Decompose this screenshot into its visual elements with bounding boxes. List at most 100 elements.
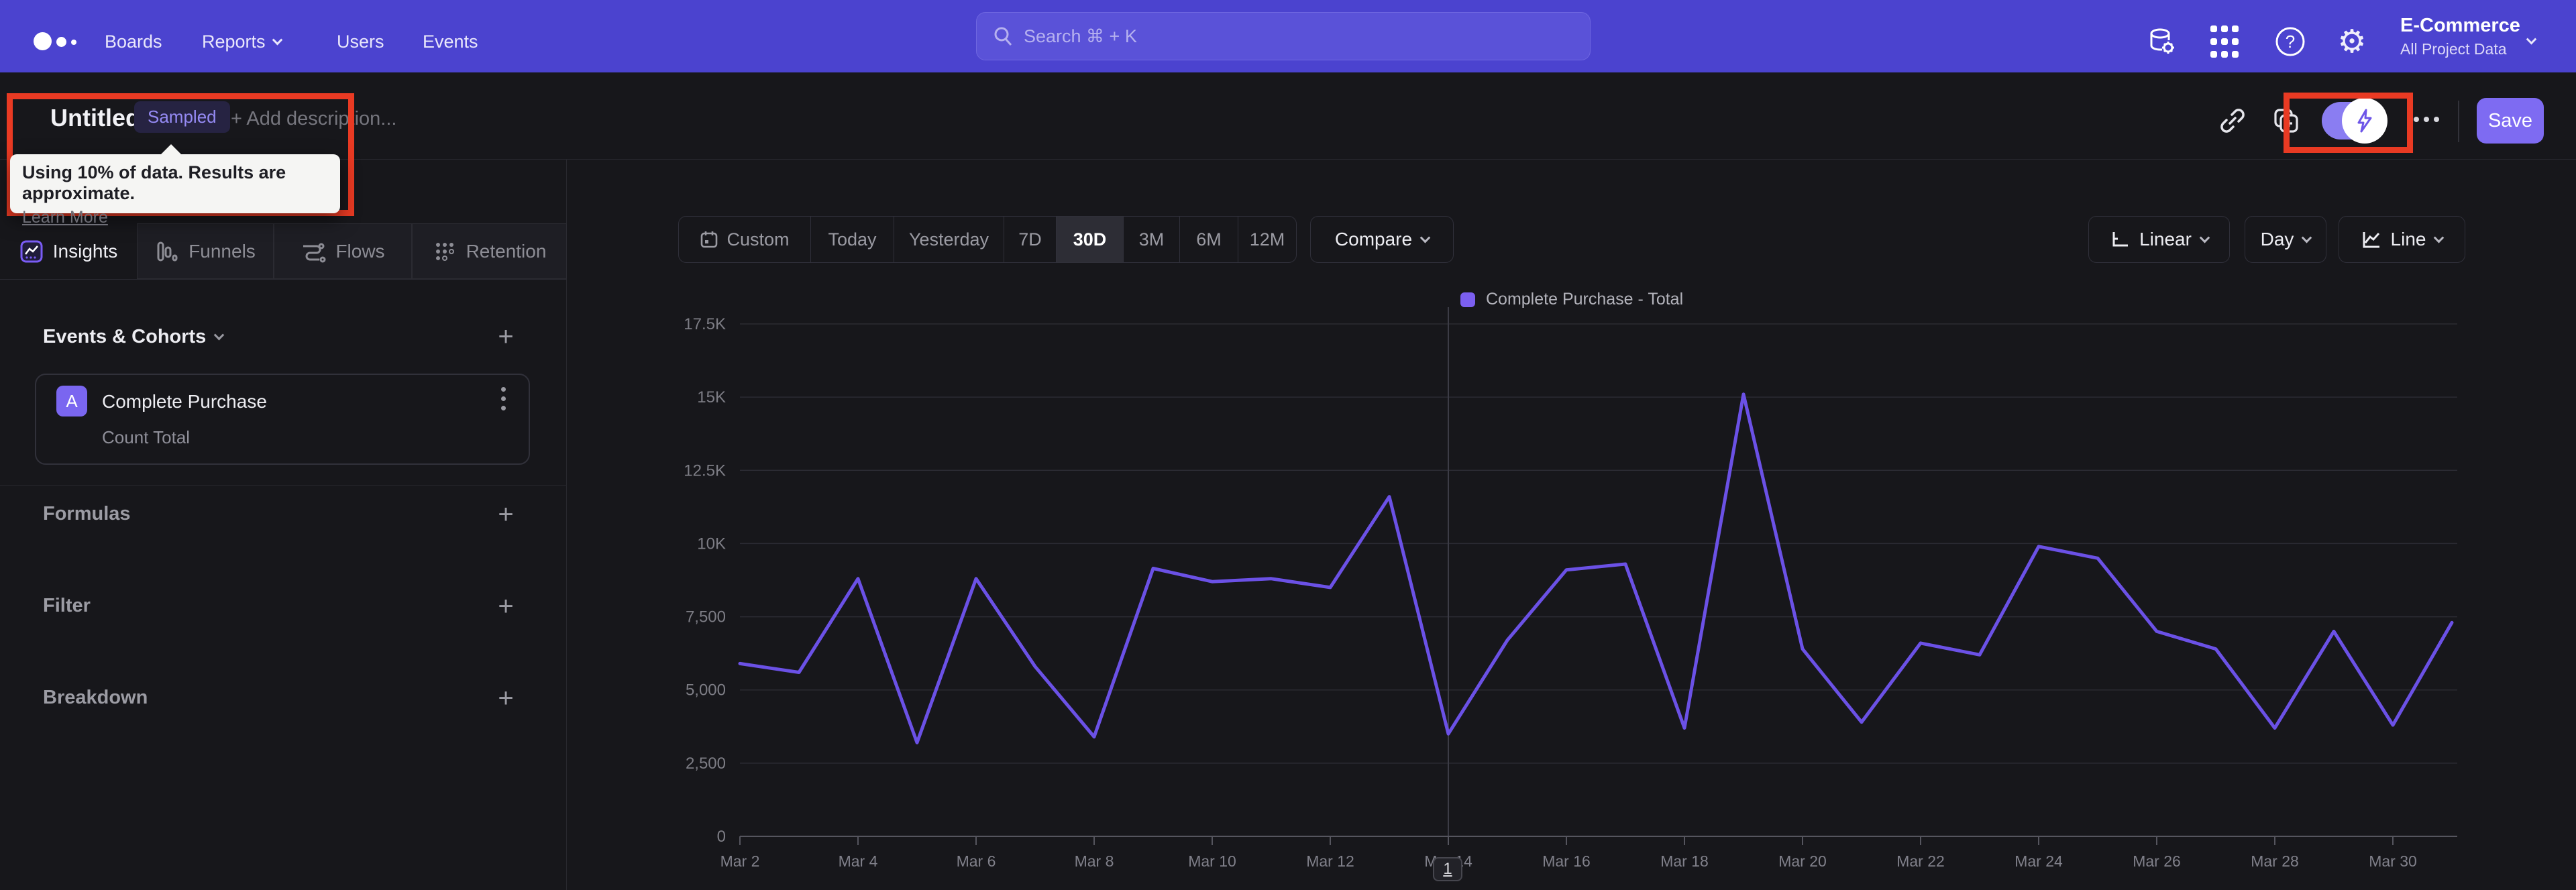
funnels-icon — [157, 241, 178, 261]
nav-item-reports[interactable]: Reports — [202, 32, 282, 52]
tab-flows[interactable]: Flows — [274, 223, 412, 279]
add-filter-button[interactable]: + — [491, 592, 521, 621]
section-breakdown[interactable]: Breakdown — [43, 687, 148, 709]
chevron-down-icon — [2199, 232, 2210, 243]
chevron-down-icon — [214, 329, 225, 341]
range-label: Yesterday — [908, 229, 989, 249]
tab-label: Insights — [52, 240, 118, 262]
tab-retention[interactable]: Retention — [412, 223, 567, 279]
copy-link-icon[interactable] — [2216, 105, 2249, 137]
chevron-down-icon — [1419, 232, 1431, 243]
add-formula-button[interactable]: + — [491, 500, 521, 529]
range-custom[interactable]: Custom — [679, 217, 810, 262]
range-today[interactable]: Today — [810, 217, 894, 262]
retention-icon — [435, 242, 454, 261]
search-input[interactable]: Search ⌘ + K — [976, 12, 1591, 60]
nav-item-label: Reports — [202, 32, 266, 52]
chevron-down-icon — [272, 34, 282, 46]
nav-item-users[interactable]: Users — [337, 32, 384, 52]
sampling-tooltip: Using 10% of data. Results are approxima… — [10, 144, 340, 227]
data-management-icon[interactable] — [2144, 24, 2179, 59]
line-chart[interactable]: 0 2,500 5,000 7,500 10K 12.5K 15K 17.5K Mar 2 Mar… — [567, 275, 2576, 890]
search-placeholder: Search ⌘ + K — [1024, 25, 1137, 46]
section-formulas[interactable]: Formulas — [43, 503, 131, 525]
scale-selector[interactable]: Linear — [2088, 216, 2230, 263]
duplicate-icon[interactable] — [2270, 105, 2302, 137]
range-12m[interactable]: 12M — [1238, 217, 1296, 262]
svg-text:17.5K: 17.5K — [684, 315, 726, 333]
add-description-field[interactable]: + Add description... — [231, 108, 396, 130]
settings-gear-icon[interactable]: ⚙ — [2334, 24, 2369, 60]
nav-item-events[interactable]: Events — [423, 32, 478, 52]
range-6m[interactable]: 6M — [1179, 217, 1238, 262]
compare-button[interactable]: Compare — [1310, 216, 1454, 263]
granularity-selector[interactable]: Day — [2245, 216, 2326, 263]
section-filter[interactable]: Filter — [43, 595, 91, 617]
svg-text:?: ? — [2286, 32, 2295, 52]
svg-text:7,500: 7,500 — [686, 608, 726, 626]
range-30d-selected[interactable]: 30D — [1056, 217, 1123, 262]
svg-text:Mar 22: Mar 22 — [1896, 852, 1945, 870]
apps-grid-icon[interactable] — [2207, 24, 2242, 59]
chart-type-selector[interactable]: Line — [2339, 216, 2465, 263]
range-label: 3M — [1138, 229, 1165, 249]
add-event-button[interactable]: + — [491, 322, 521, 351]
event-metric[interactable]: Count Total — [102, 427, 190, 448]
event-name[interactable]: Complete Purchase — [102, 391, 267, 412]
svg-text:15K: 15K — [697, 388, 726, 406]
svg-text:5,000: 5,000 — [686, 681, 726, 700]
range-label: 7D — [1018, 229, 1042, 249]
range-3m[interactable]: 3M — [1123, 217, 1179, 262]
range-label: Today — [828, 229, 877, 249]
svg-text:Mar 28: Mar 28 — [2251, 852, 2299, 870]
save-button[interactable]: Save — [2477, 98, 2544, 144]
svg-text:12.5K: 12.5K — [684, 461, 726, 480]
tab-insights[interactable]: Insights — [0, 223, 137, 279]
svg-text:10K: 10K — [697, 535, 726, 553]
events-cohorts-header[interactable]: Events & Cohorts — [43, 326, 225, 348]
lightning-bolt-icon — [2357, 109, 2372, 133]
chevron-down-icon — [2434, 232, 2445, 243]
event-kebab-menu[interactable] — [501, 387, 506, 410]
logo-dot-medium — [56, 37, 66, 47]
svg-text:Mar 2: Mar 2 — [720, 852, 760, 870]
project-name[interactable]: E-Commerce — [2400, 15, 2520, 37]
granularity-label: Day — [2260, 229, 2294, 249]
tab-label: Flows — [335, 240, 385, 262]
tab-label: Retention — [466, 240, 547, 262]
nav-item-boards[interactable]: Boards — [105, 32, 162, 52]
date-range-group: Custom Today Yesterday 7D 30D 3M 6M 12M — [678, 216, 1297, 263]
tabs-underline — [0, 279, 567, 280]
range-7d[interactable]: 7D — [1004, 217, 1056, 262]
search-icon — [994, 27, 1012, 46]
svg-text:Mar 26: Mar 26 — [2133, 852, 2181, 870]
range-yesterday[interactable]: Yesterday — [894, 217, 1004, 262]
chart-type-label: Line — [2390, 229, 2426, 249]
event-series-badge: A — [56, 386, 87, 416]
nav-item-label: Users — [337, 32, 384, 52]
sampling-toggle[interactable] — [2322, 98, 2387, 144]
project-chevron-down-icon[interactable] — [2526, 34, 2537, 45]
event-card[interactable]: A Complete Purchase Count Total — [35, 374, 530, 465]
sampled-badge[interactable]: Sampled — [134, 101, 230, 133]
insights-icon — [20, 240, 43, 262]
tab-funnels[interactable]: Funnels — [137, 223, 274, 279]
project-scope: All Project Data — [2400, 40, 2507, 58]
add-breakdown-button[interactable]: + — [491, 683, 521, 713]
learn-more-link[interactable]: Learn More — [22, 208, 108, 227]
tooltip-message: Using 10% of data. Results are approxima… — [22, 162, 286, 203]
nav-item-label: Boards — [105, 32, 162, 52]
section-divider — [0, 485, 567, 486]
toggle-knob — [2342, 98, 2387, 144]
report-title[interactable]: Untitled — [50, 104, 140, 132]
logo-dot-large — [34, 32, 52, 50]
toolbar-vertical-divider — [2458, 101, 2459, 142]
svg-text:0: 0 — [717, 828, 726, 846]
svg-text:Mar 12: Mar 12 — [1306, 852, 1354, 870]
events-cohorts-label: Events & Cohorts — [43, 326, 207, 347]
svg-text:Mar 6: Mar 6 — [957, 852, 996, 870]
pagination-page-1[interactable]: 1 — [1433, 857, 1462, 881]
more-options-button[interactable] — [2414, 117, 2439, 122]
help-icon[interactable]: ? — [2273, 24, 2308, 59]
app-screen: Boards Reports Users Events Search ⌘ + K… — [0, 0, 2576, 890]
